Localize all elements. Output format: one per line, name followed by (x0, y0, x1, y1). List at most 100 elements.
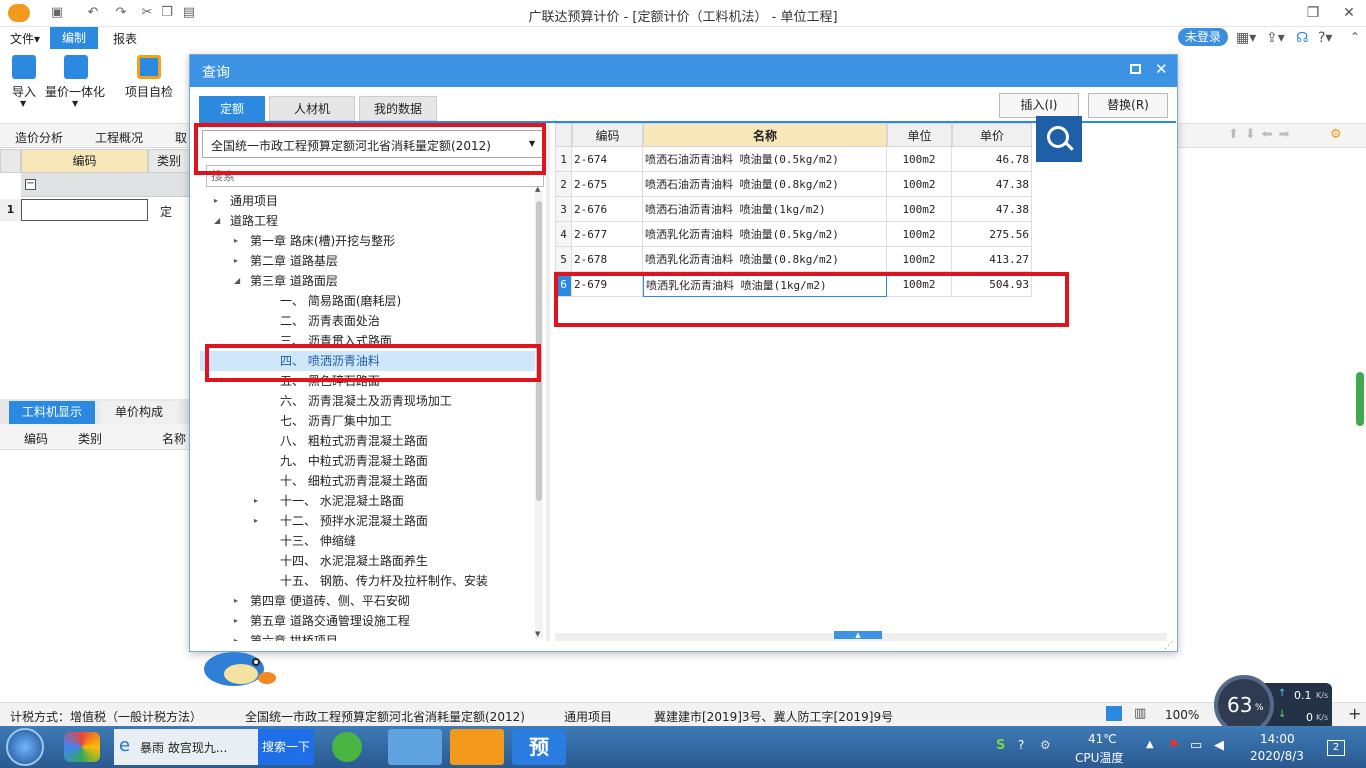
zoom-in-icon[interactable]: + (1348, 704, 1361, 723)
view-mode-icon[interactable] (1106, 706, 1122, 721)
tab-project-overview[interactable]: 工程概况 (95, 129, 143, 146)
taskbar-cloud-icon[interactable] (388, 729, 442, 765)
headset-icon[interactable]: ☊ (1296, 30, 1308, 46)
cell-name[interactable]: 喷洒石油沥青油料 喷油量(0.8kg/m2) (643, 172, 887, 197)
cell-name[interactable]: 喷洒乳化沥青油料 喷油量(0.5kg/m2) (643, 222, 887, 247)
scroll-down-icon[interactable]: ▼ (535, 630, 540, 638)
tree-item[interactable]: 二、 沥青表面处治 (280, 311, 380, 331)
expand-arrow-icon[interactable]: ▸ (234, 636, 238, 641)
cell-code[interactable]: 2-674 (572, 147, 643, 172)
help-icon[interactable]: ?▾ (1318, 30, 1332, 46)
menu-file[interactable]: 文件▾ (10, 30, 40, 47)
cell-unit[interactable]: 100m2 (887, 247, 952, 272)
tree-item[interactable]: 一、 简易路面(磨耗层) (280, 291, 401, 311)
cell-price[interactable]: 47.38 (952, 197, 1032, 222)
grid-icon[interactable]: ▦▾ (1236, 30, 1256, 46)
search-button[interactable] (1036, 116, 1082, 162)
table-row[interactable]: 2 2-675 喷洒石油沥青油料 喷油量(0.8kg/m2) 100m2 47.38 (555, 172, 1032, 197)
table-header-unit[interactable]: 单位 (887, 123, 952, 147)
tray-network-icon[interactable]: ▭ (1190, 738, 1202, 753)
grid-header-code[interactable]: 编码 (21, 149, 148, 173)
tree-item[interactable]: 第三章 道路面层 (250, 271, 338, 291)
cell-code[interactable]: 2-678 (572, 247, 643, 272)
taskbar-ie[interactable]: e 暴雨 故宫现九... (114, 729, 258, 765)
cell-code[interactable]: 2-677 (572, 222, 643, 247)
bottom-header-name[interactable]: 名称 (162, 430, 186, 447)
taskbar-glodon-icon[interactable] (450, 729, 504, 765)
tab-labor-material-machine[interactable]: 人材机 (269, 96, 355, 121)
splitter-handle-icon[interactable]: ▲ (834, 631, 882, 639)
tree-item[interactable]: 第二章 道路基层 (250, 251, 338, 271)
import-button[interactable]: 导入 (12, 83, 36, 100)
expand-arrow-icon[interactable]: ▸ (254, 496, 258, 505)
insert-button[interactable]: 插入(I) (999, 93, 1079, 118)
import-icon[interactable] (12, 55, 36, 79)
panel-divider[interactable] (546, 123, 550, 641)
close-icon[interactable]: ✕ (1155, 60, 1168, 78)
tree-item[interactable]: 第四章 便道砖、侧、平石安砌 (250, 591, 410, 611)
menu-report[interactable]: 报表 (113, 30, 137, 47)
cell-unit[interactable]: 100m2 (887, 197, 952, 222)
start-button-icon[interactable] (6, 728, 44, 766)
notification-badge[interactable]: 2 (1327, 740, 1345, 756)
taskbar-yu-icon[interactable]: 预 (512, 729, 566, 765)
tray-settings-icon[interactable]: ⚙ (1040, 738, 1051, 752)
tree-item[interactable]: 十、 细粒式沥青混凝土路面 (280, 471, 428, 491)
taskbar-refresh-icon[interactable] (332, 732, 362, 762)
cell-unit[interactable]: 100m2 (887, 147, 952, 172)
tab-quota[interactable]: 定额 (199, 96, 265, 121)
tree-item[interactable]: 十三、 伸缩缝 (280, 531, 356, 551)
upload-icon[interactable]: ⇪▾ (1266, 30, 1285, 46)
row-number[interactable]: 3 (555, 197, 572, 222)
table-header-name[interactable]: 名称 (643, 123, 887, 147)
side-scroll-indicator[interactable] (1356, 372, 1364, 426)
table-header-code[interactable]: 编码 (572, 123, 643, 147)
close-window-icon[interactable]: ✕ (1336, 2, 1362, 24)
maximize-icon[interactable] (1130, 64, 1141, 74)
tree-scrollbar[interactable] (535, 191, 543, 639)
login-button[interactable]: 未登录 (1178, 28, 1228, 46)
check-icon[interactable] (137, 55, 161, 79)
row-number[interactable]: 5 (555, 247, 572, 272)
table-header-price[interactable]: 单价 (952, 123, 1032, 147)
scroll-up-icon[interactable]: ▲ (535, 185, 540, 193)
expand-arrow-icon[interactable]: ▸ (234, 596, 238, 605)
tree-item[interactable]: 第一章 路床(槽)开挖与整形 (250, 231, 395, 251)
tree-item[interactable]: 九、 中粒式沥青混凝土路面 (280, 451, 428, 471)
cell-name[interactable]: 喷洒乳化沥青油料 喷油量(0.8kg/m2) (643, 247, 887, 272)
table-row[interactable]: 4 2-677 喷洒乳化沥青油料 喷油量(0.5kg/m2) 100m2 275.56 (555, 222, 1032, 247)
row-number[interactable]: 4 (555, 222, 572, 247)
tree-item[interactable]: 第六章 拱桥项目 (250, 631, 338, 641)
expand-arrow-icon[interactable]: ▸ (234, 236, 238, 245)
dropdown-arrow-icon[interactable]: ▼ (72, 99, 78, 108)
collapse-arrow-icon[interactable]: ◢ (234, 276, 240, 285)
taskbar-app-colorful-icon[interactable] (64, 732, 100, 762)
cell-price[interactable]: 47.38 (952, 172, 1032, 197)
collapse-arrow-icon[interactable]: ◢ (214, 216, 220, 225)
nav-arrows-icon[interactable]: ⬆⬇⬅➡ (1228, 127, 1296, 142)
project-check-button[interactable]: 项目自检 (125, 83, 173, 100)
tab-my-data[interactable]: 我的数据 (359, 96, 437, 121)
cell-price[interactable]: 275.56 (952, 222, 1032, 247)
tray-expand-icon[interactable]: ▲ (1146, 739, 1154, 750)
grid-cell-type[interactable]: 定 (160, 203, 172, 220)
cell-name[interactable]: 喷洒石油沥青油料 喷油量(0.5kg/m2) (643, 147, 887, 172)
tree-item[interactable]: 十二、 预拌水泥混凝土路面 (280, 511, 428, 531)
bottom-header-type[interactable]: 类别 (78, 430, 102, 447)
cell-name[interactable]: 喷洒石油沥青油料 喷油量(1kg/m2) (643, 197, 887, 222)
tray-volume-icon[interactable]: ◀ (1214, 738, 1224, 753)
unify-button[interactable]: 量价一体化 (45, 83, 105, 100)
expand-arrow-icon[interactable]: ▸ (234, 256, 238, 265)
bottom-header-code[interactable]: 编码 (24, 430, 48, 447)
collapse-ribbon-icon[interactable]: ⌃ (1350, 30, 1360, 44)
tree-item[interactable]: 八、 粗粒式沥青混凝土路面 (280, 431, 428, 451)
dropdown-arrow-icon[interactable]: ▼ (20, 99, 26, 108)
unify-icon[interactable] (64, 55, 88, 79)
split-view-icon[interactable]: ▥ (1134, 706, 1146, 721)
replace-button[interactable]: 替换(R) (1088, 93, 1168, 118)
expand-arrow-icon[interactable]: ▸ (254, 516, 258, 525)
cell-unit[interactable]: 100m2 (887, 172, 952, 197)
row-number[interactable]: 1 (555, 147, 572, 172)
tray-help-icon[interactable]: ? (1018, 738, 1024, 752)
grid-cell-code[interactable] (21, 199, 148, 221)
